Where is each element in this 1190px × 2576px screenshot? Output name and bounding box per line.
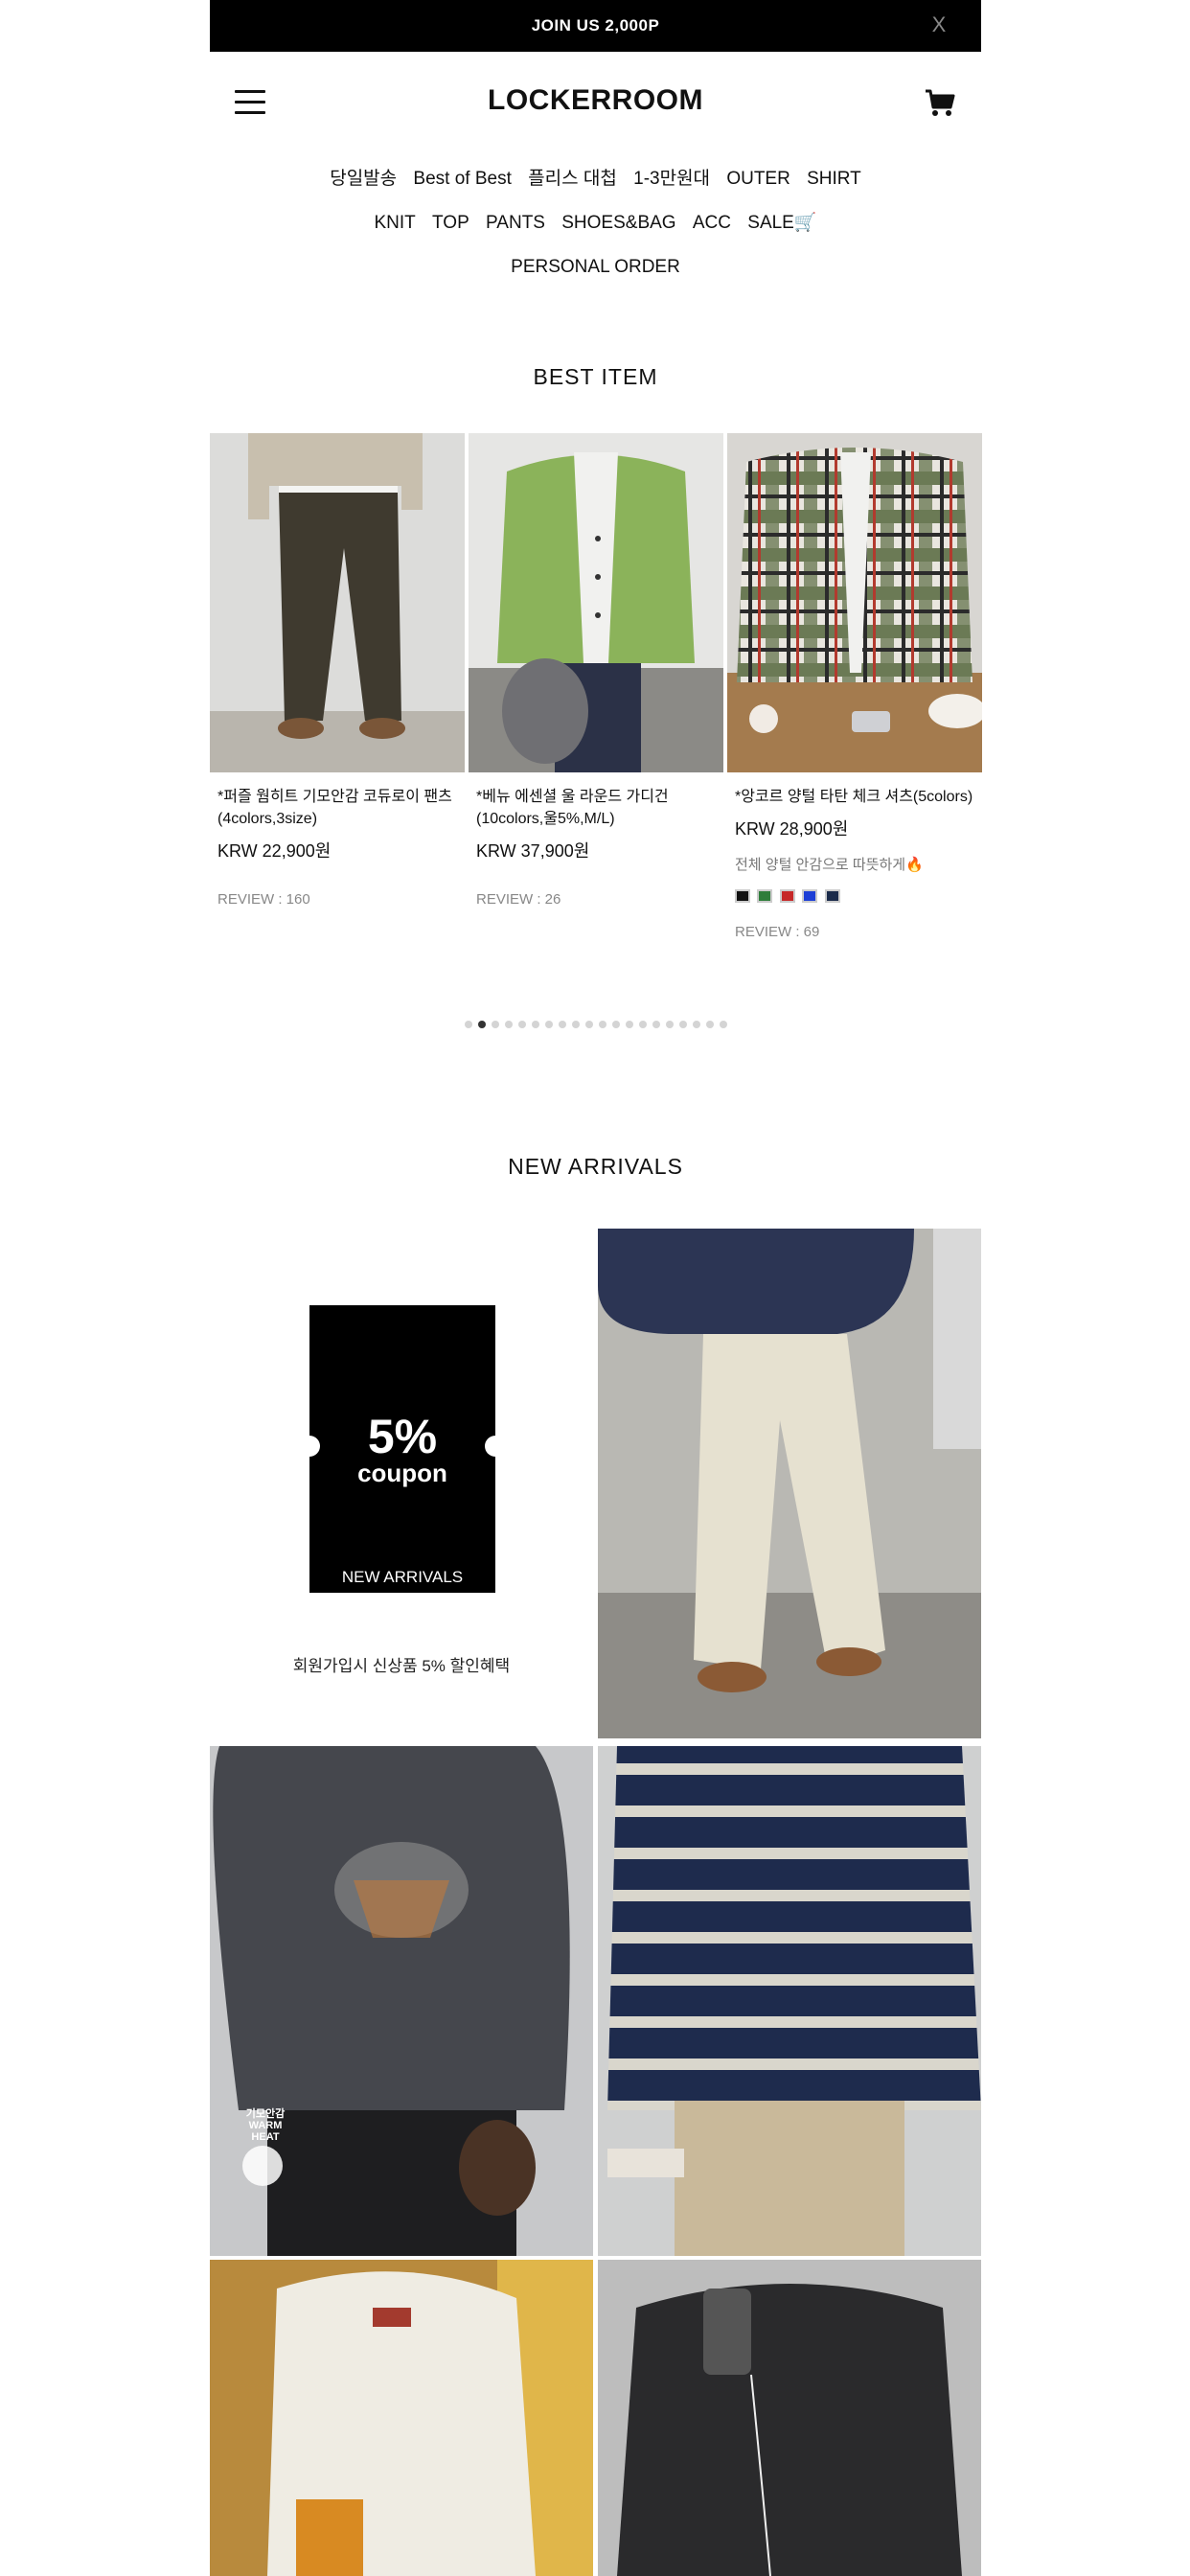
carousel-dot[interactable] [517, 1021, 526, 1028]
product-image[interactable] [469, 433, 723, 772]
product-name[interactable]: *퍼즐 웜히트 기모안감 코듀로이 팬츠(4colors,3size) [217, 786, 457, 830]
carousel-dot[interactable] [491, 1021, 499, 1028]
new-arrival-image[interactable] [598, 1746, 981, 2256]
category-nav: 당일발송 Best of Best 플리스 대첩 1-3만원대 OUTER SH… [210, 157, 981, 289]
product-price: KRW 28,900원 [735, 819, 849, 839]
carousel-dot[interactable] [705, 1021, 714, 1028]
carousel-dot[interactable] [625, 1021, 633, 1028]
product-review-count: REVIEW : 160 [217, 891, 310, 908]
carousel-dot[interactable] [531, 1021, 539, 1028]
color-swatch[interactable] [802, 889, 818, 903]
nav-item-sale[interactable]: SALE🛒 [747, 201, 816, 245]
carousel-dot[interactable] [477, 1021, 486, 1028]
new-arrival-image[interactable] [210, 2260, 593, 2576]
carousel-dot[interactable] [544, 1021, 553, 1028]
product-card[interactable]: *앙코르 양털 타탄 체크 셔츠(5colors) KRW 28,900원 전체… [727, 433, 982, 940]
best-item-carousel[interactable]: *퍼즐 웜히트 기모안감 코듀로이 팬츠(4colors,3size) KRW … [210, 433, 982, 989]
color-swatches[interactable] [735, 889, 974, 903]
carousel-dot[interactable] [504, 1021, 513, 1028]
nav-row-3: PERSONAL ORDER [210, 245, 981, 289]
nav-row-1: 당일발송 Best of Best 플리스 대첩 1-3만원대 OUTER SH… [210, 157, 981, 201]
nav-item-top[interactable]: TOP [432, 201, 469, 245]
join-banner[interactable]: JOIN US 2,000P X [210, 0, 981, 52]
carousel-dot[interactable] [652, 1021, 660, 1028]
product-price: KRW 22,900원 [217, 841, 332, 861]
coupon-percent: 5% [367, 1410, 438, 1463]
new-arrival-image[interactable]: 기모안감 WARM HEAT [210, 1746, 593, 2256]
new-arrival-image[interactable] [598, 1229, 981, 1738]
carousel-dot[interactable] [692, 1021, 700, 1028]
carousel-dot[interactable] [571, 1021, 580, 1028]
carousel-dot[interactable] [598, 1021, 606, 1028]
product-card[interactable]: *베뉴 에센셜 울 라운드 가디건(10colors,울5%,M/L) KRW … [469, 433, 723, 908]
nav-item-acc[interactable]: ACC [693, 201, 731, 245]
nav-item-outer[interactable]: OUTER [726, 157, 790, 201]
header: LOCKERROOM [210, 52, 981, 157]
nav-item-best-of-best[interactable]: Best of Best [413, 157, 511, 201]
new-arrival-image[interactable] [598, 2260, 981, 2576]
coupon-caption: 회원가입시 신상품 5% 할인혜택 [292, 1657, 511, 1675]
site-logo[interactable]: LOCKERROOM [210, 84, 981, 117]
product-card[interactable]: *퍼즐 웜히트 기모안감 코듀로이 팬츠(4colors,3size) KRW … [210, 433, 465, 908]
new-arrivals-title: NEW ARRIVALS [508, 1154, 683, 1179]
product-price: KRW 37,900원 [476, 841, 590, 861]
nav-item-pants[interactable]: PANTS [486, 201, 545, 245]
thermometer-icon [242, 2146, 283, 2186]
nav-item-shirt[interactable]: SHIRT [807, 157, 861, 201]
product-image[interactable] [727, 433, 982, 772]
page: JOIN US 2,000P X LOCKERROOM 당일발송 Best of… [210, 0, 982, 2576]
color-swatch[interactable] [779, 889, 795, 903]
nav-item-price-range[interactable]: 1-3만원대 [633, 157, 710, 201]
nav-item-shoes-bag[interactable]: SHOES&BAG [561, 201, 675, 245]
color-swatch[interactable] [824, 889, 840, 903]
product-description: 전체 양털 안감으로 따뜻하게🔥 [735, 857, 924, 873]
product-name[interactable]: *베뉴 에센셜 울 라운드 가디건(10colors,울5%,M/L) [476, 786, 716, 830]
nav-item-fleece[interactable]: 플리스 대첩 [528, 157, 617, 201]
carousel-dot[interactable] [611, 1021, 620, 1028]
product-image[interactable] [210, 433, 465, 772]
product-name[interactable]: *앙코르 양털 타탄 체크 셔츠(5colors) [735, 786, 974, 808]
carousel-dot[interactable] [558, 1021, 566, 1028]
carousel-dot[interactable] [638, 1021, 647, 1028]
coupon-card[interactable]: 5% coupon NEW ARRIVALS [299, 1305, 506, 1593]
warm-heat-badge-text: 기모안감 WARM HEAT [245, 2108, 286, 2143]
carousel-dot[interactable] [464, 1021, 472, 1028]
color-swatch[interactable] [735, 889, 750, 903]
join-banner-text[interactable]: JOIN US 2,000P [210, 0, 981, 52]
new-arrivals-coupon-banner[interactable]: 5% coupon NEW ARRIVALS 회원가입시 신상품 5% 할인혜택 [210, 1229, 593, 1738]
nav-item-knit[interactable]: KNIT [374, 201, 415, 245]
product-review-count: REVIEW : 26 [476, 891, 561, 908]
coupon-word: coupon [357, 1459, 447, 1487]
cart-icon[interactable] [924, 86, 956, 119]
best-item-title: BEST ITEM [533, 364, 658, 389]
carousel-dot[interactable] [678, 1021, 687, 1028]
carousel-pagination[interactable] [210, 1016, 981, 1028]
close-icon[interactable]: X [927, 13, 950, 36]
color-swatch[interactable] [757, 889, 773, 903]
nav-item-same-day[interactable]: 당일발송 [330, 157, 397, 201]
carousel-dot[interactable] [665, 1021, 674, 1028]
carousel-dot[interactable] [584, 1021, 593, 1028]
nav-row-2: KNIT TOP PANTS SHOES&BAG ACC SALE🛒 [210, 201, 981, 245]
carousel-dot[interactable] [719, 1021, 727, 1028]
product-review-count: REVIEW : 69 [735, 924, 820, 940]
nav-item-personal-order[interactable]: PERSONAL ORDER [511, 245, 680, 289]
coupon-label: NEW ARRIVALS [341, 1568, 464, 1586]
